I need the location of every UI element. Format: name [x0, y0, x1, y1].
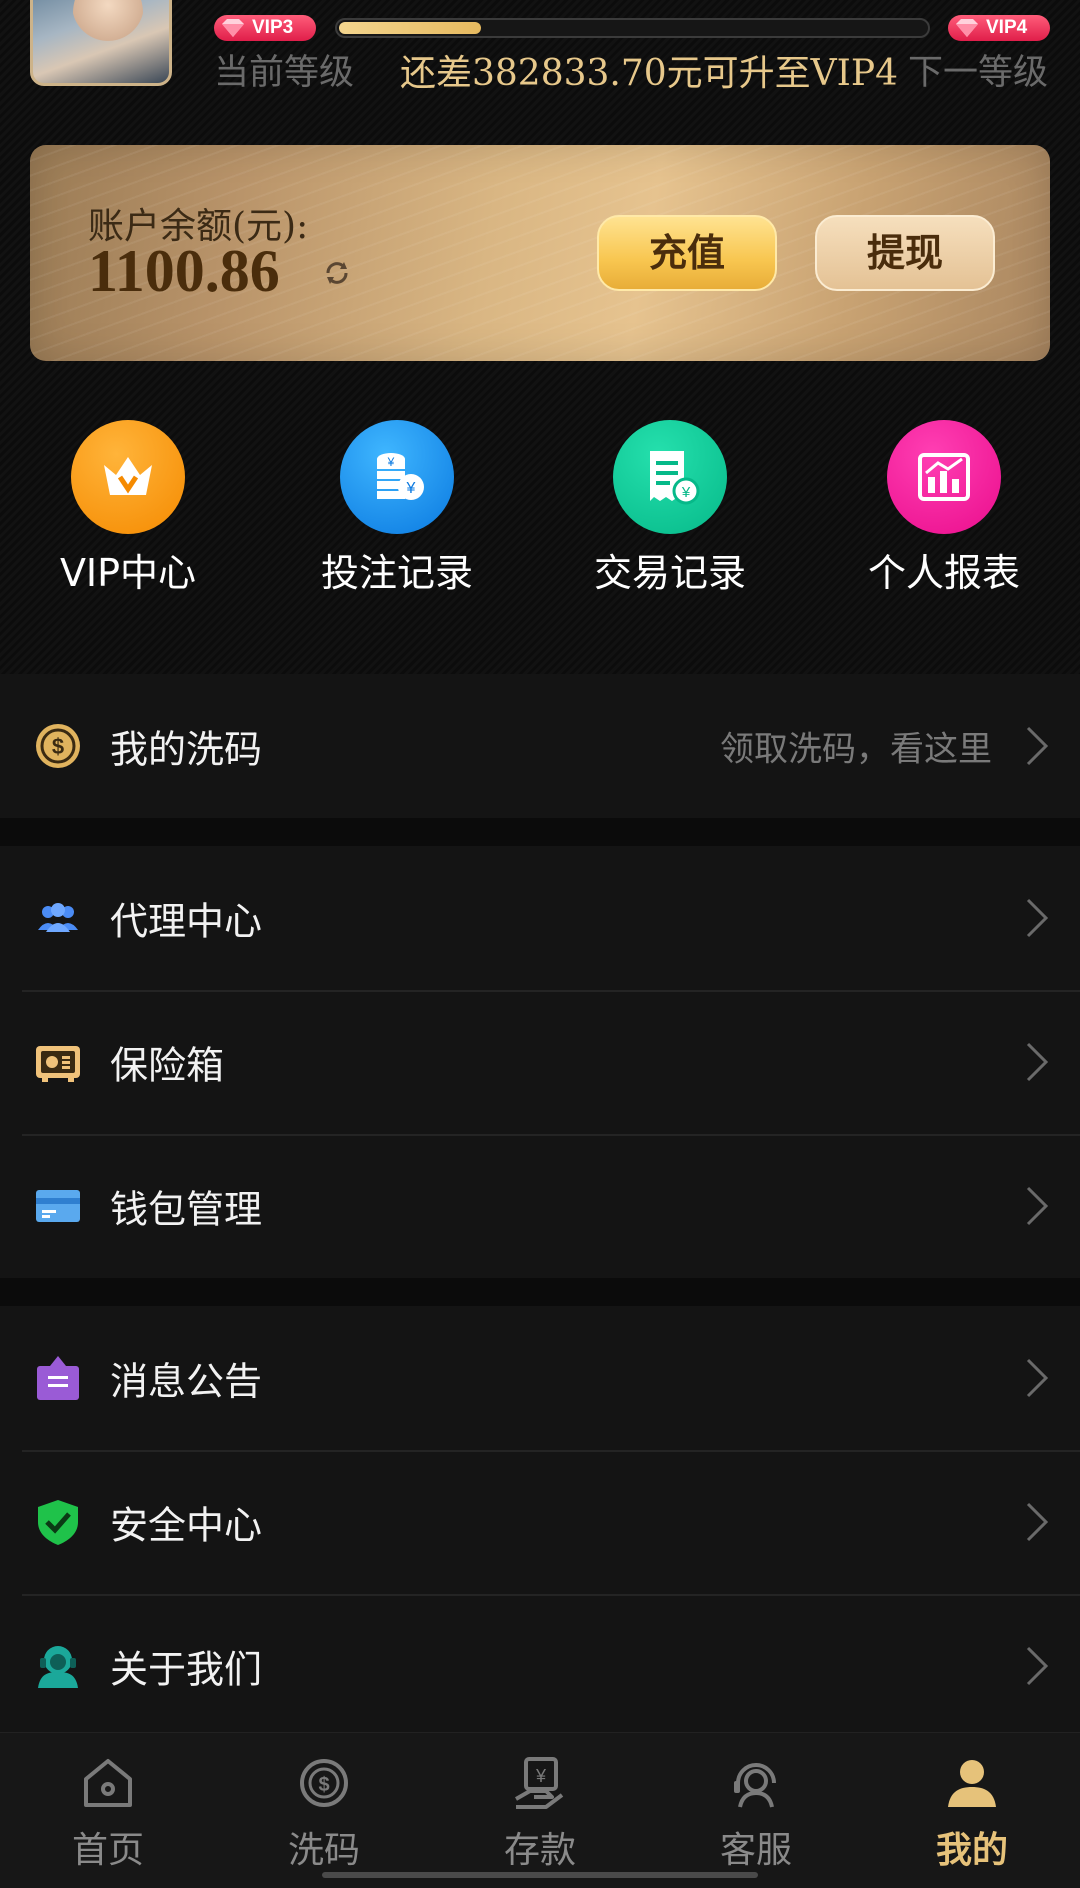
current-vip-label: VIP3	[252, 17, 294, 38]
tab-label: 存款	[503, 1830, 576, 1871]
next-vip-badge: VIP4	[948, 15, 1050, 41]
quick-action-label: VIP中心	[59, 551, 197, 595]
dollar-coin-icon: $	[36, 724, 80, 768]
deposit-icon: ¥	[515, 1757, 564, 1809]
menu-group-info: 消息公告 安全中心 关于我们	[0, 1306, 1080, 1738]
next-vip-label: VIP4	[986, 17, 1028, 38]
menu-item-label: 安全中心	[110, 1503, 263, 1548]
menu-item-announcements[interactable]: 消息公告	[0, 1306, 1080, 1450]
tab-label: 客服	[719, 1830, 792, 1871]
menu-item-my-wash[interactable]: $ 我的洗码 领取洗码，看这里	[0, 674, 1080, 818]
chevron-right-icon	[1026, 1358, 1049, 1398]
current-vip-badge: VIP3	[214, 15, 316, 41]
svg-text:¥: ¥	[406, 480, 416, 497]
menu-group-account: 代理中心 保险箱 钱包管理	[0, 846, 1080, 1278]
gem-icon	[956, 19, 978, 37]
dollar-target-icon: $	[300, 1759, 348, 1807]
tab-label: 洗码	[287, 1830, 360, 1871]
card-icon	[36, 1190, 80, 1222]
menu-item-label: 保险箱	[110, 1043, 225, 1088]
gem-icon	[222, 19, 244, 37]
headset-icon	[734, 1763, 776, 1808]
quick-action-transaction-records[interactable]: ¥ 交易记录	[560, 420, 780, 597]
quick-action-label: 个人报表	[867, 551, 1020, 595]
home-icon	[84, 1759, 132, 1807]
home-indicator	[322, 1872, 758, 1878]
tab-mine[interactable]: 我的	[864, 1733, 1080, 1888]
tab-deposit[interactable]: ¥ 存款	[432, 1733, 648, 1888]
menu-item-label: 我的洗码	[110, 727, 263, 772]
avatar[interactable]	[30, 0, 172, 86]
quick-action-vip-center[interactable]: VIP中心	[18, 420, 238, 597]
tab-wash[interactable]: $ 洗码	[216, 1733, 432, 1888]
chevron-right-icon	[1026, 898, 1049, 938]
chart-icon	[918, 453, 970, 501]
user-icon	[948, 1760, 996, 1807]
svg-text:¥: ¥	[535, 1766, 547, 1786]
chevron-right-icon	[1026, 1646, 1049, 1686]
menu-item-hint: 领取洗码，看这里	[720, 729, 992, 770]
vip-progress-bar	[335, 18, 930, 38]
chevron-right-icon	[1026, 1502, 1049, 1542]
svg-text:$: $	[52, 734, 64, 759]
receipt-icon: ¥	[650, 451, 700, 505]
tab-customer-service[interactable]: 客服	[648, 1733, 864, 1888]
menu-item-label: 消息公告	[110, 1359, 263, 1404]
menu-item-label: 代理中心	[110, 899, 263, 944]
quick-action-label: 交易记录	[593, 551, 746, 595]
tab-label: 首页	[71, 1830, 144, 1871]
coin-stack-icon: ¥ ¥	[377, 453, 424, 500]
crown-icon	[104, 457, 152, 495]
tab-home[interactable]: 首页	[0, 1733, 216, 1888]
recharge-button[interactable]: 充值	[597, 215, 777, 291]
menu-item-safe-box[interactable]: 保险箱	[0, 990, 1080, 1134]
svg-text:¥: ¥	[681, 484, 691, 501]
refresh-icon[interactable]	[322, 258, 352, 288]
menu-item-about-us[interactable]: 关于我们	[0, 1594, 1080, 1738]
upgrade-hint: 还差382833.70元可升至VIP4	[400, 53, 899, 94]
profile-header: VIP3 VIP4 当前等级 还差382833.70元可升至VIP4 下一等级 …	[0, 0, 1080, 675]
balance-amount: 1100.86	[88, 238, 280, 304]
menu-group-wash: $ 我的洗码 领取洗码，看这里	[0, 674, 1080, 818]
users-icon	[38, 903, 78, 932]
bottom-tab-bar: 首页 $ 洗码 ¥ 存款 客服 我的	[0, 1732, 1080, 1888]
current-level-label: 当前等级	[214, 53, 355, 93]
vip-progress-fill	[339, 22, 481, 34]
shield-check-icon	[38, 1500, 78, 1545]
menu-item-wallet-management[interactable]: 钱包管理	[0, 1134, 1080, 1278]
menu-item-label: 关于我们	[110, 1647, 263, 1692]
announcement-icon	[37, 1356, 79, 1400]
quick-action-personal-report[interactable]: 个人报表	[834, 420, 1054, 597]
balance-card: 账户余额(元): 1100.86 充值 提现	[30, 145, 1050, 361]
safe-icon	[36, 1046, 80, 1082]
chevron-right-icon	[1026, 1042, 1049, 1082]
quick-action-label: 投注记录	[320, 551, 473, 595]
tab-label: 我的	[935, 1830, 1008, 1871]
withdraw-button[interactable]: 提现	[815, 215, 995, 291]
next-level-label: 下一等级	[908, 53, 1049, 93]
quick-action-bet-records[interactable]: ¥ ¥ 投注记录	[287, 420, 507, 597]
menu-item-label: 钱包管理	[110, 1187, 263, 1232]
support-agent-icon	[38, 1646, 78, 1688]
menu-item-agent-center[interactable]: 代理中心	[0, 846, 1080, 990]
svg-text:¥: ¥	[387, 455, 395, 469]
chevron-right-icon	[1026, 1186, 1049, 1226]
menu-item-security-center[interactable]: 安全中心	[0, 1450, 1080, 1594]
svg-text:$: $	[318, 1774, 329, 1796]
chevron-right-icon	[1026, 726, 1049, 766]
